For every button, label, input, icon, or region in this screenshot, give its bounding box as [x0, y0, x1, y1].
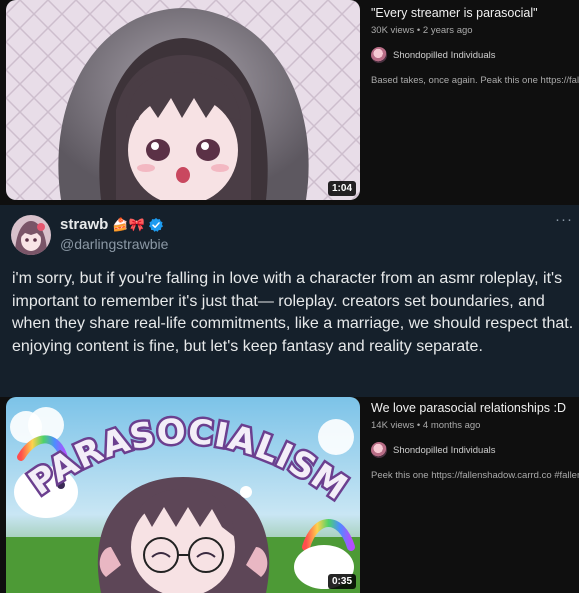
channel-name[interactable]: Shondopilled Individuals — [393, 445, 495, 456]
tweet-display-name[interactable]: strawb — [60, 216, 108, 233]
name-emoji: 🍰🎀 — [112, 217, 145, 232]
video-description: Peek this one https://fallenshadow.carrd… — [371, 470, 579, 481]
tweet-avatar[interactable] — [11, 215, 51, 255]
video-stats: 30K views • 2 years ago — [371, 25, 473, 36]
verified-badge-icon — [148, 217, 163, 232]
thumbnail-title-overlay: PARASOCIALISM — [19, 409, 356, 511]
svg-text:PARASOCIALISM: PARASOCIALISM — [22, 412, 355, 509]
thumbnail-title-text: PARASOCIALISM — [19, 409, 356, 511]
tweet-author-row[interactable]: strawb 🍰🎀 — [60, 216, 164, 233]
channel-name[interactable]: Shondopilled Individuals — [393, 50, 495, 61]
tweet-handle[interactable]: @darlingstrawbie — [60, 236, 168, 252]
thumbnail-image — [6, 0, 360, 200]
video-title[interactable]: "Every streamer is parasocial" — [371, 6, 579, 20]
channel-row[interactable]: Shondopilled Individuals — [371, 442, 579, 458]
video-description: Based takes, once again. Peak this one h… — [371, 75, 579, 86]
video-title[interactable]: We love parasocial relationships :D — [371, 401, 579, 415]
video-thumbnail-top[interactable]: 1:04 — [6, 0, 360, 200]
video-meta-top: "Every streamer is parasocial" 30K views… — [371, 6, 579, 86]
video-duration: 1:04 — [327, 181, 356, 196]
video-card-bottom[interactable]: PARASOCIALISM 0:35 We love parasocial re… — [0, 397, 579, 593]
video-meta-bottom: We love parasocial relationships :D 14K … — [371, 401, 579, 481]
video-duration: 0:35 — [327, 574, 356, 589]
video-card-top[interactable]: 1:04 "Every streamer is parasocial" 30K … — [0, 0, 579, 205]
tweet-text: i'm sorry, but if you're falling in love… — [12, 270, 574, 355]
channel-avatar[interactable] — [371, 47, 387, 63]
video-stats: 14K views • 4 months ago — [371, 420, 481, 431]
channel-row[interactable]: Shondopilled Individuals — [371, 47, 579, 63]
tweet-card[interactable]: strawb 🍰🎀 @darlingstrawbie ··· i'm sorry… — [0, 205, 579, 397]
avatar-image — [11, 215, 51, 255]
channel-avatar[interactable] — [371, 442, 387, 458]
video-thumbnail-bottom[interactable]: PARASOCIALISM 0:35 — [6, 397, 360, 593]
more-options-icon[interactable]: ··· — [555, 211, 573, 228]
